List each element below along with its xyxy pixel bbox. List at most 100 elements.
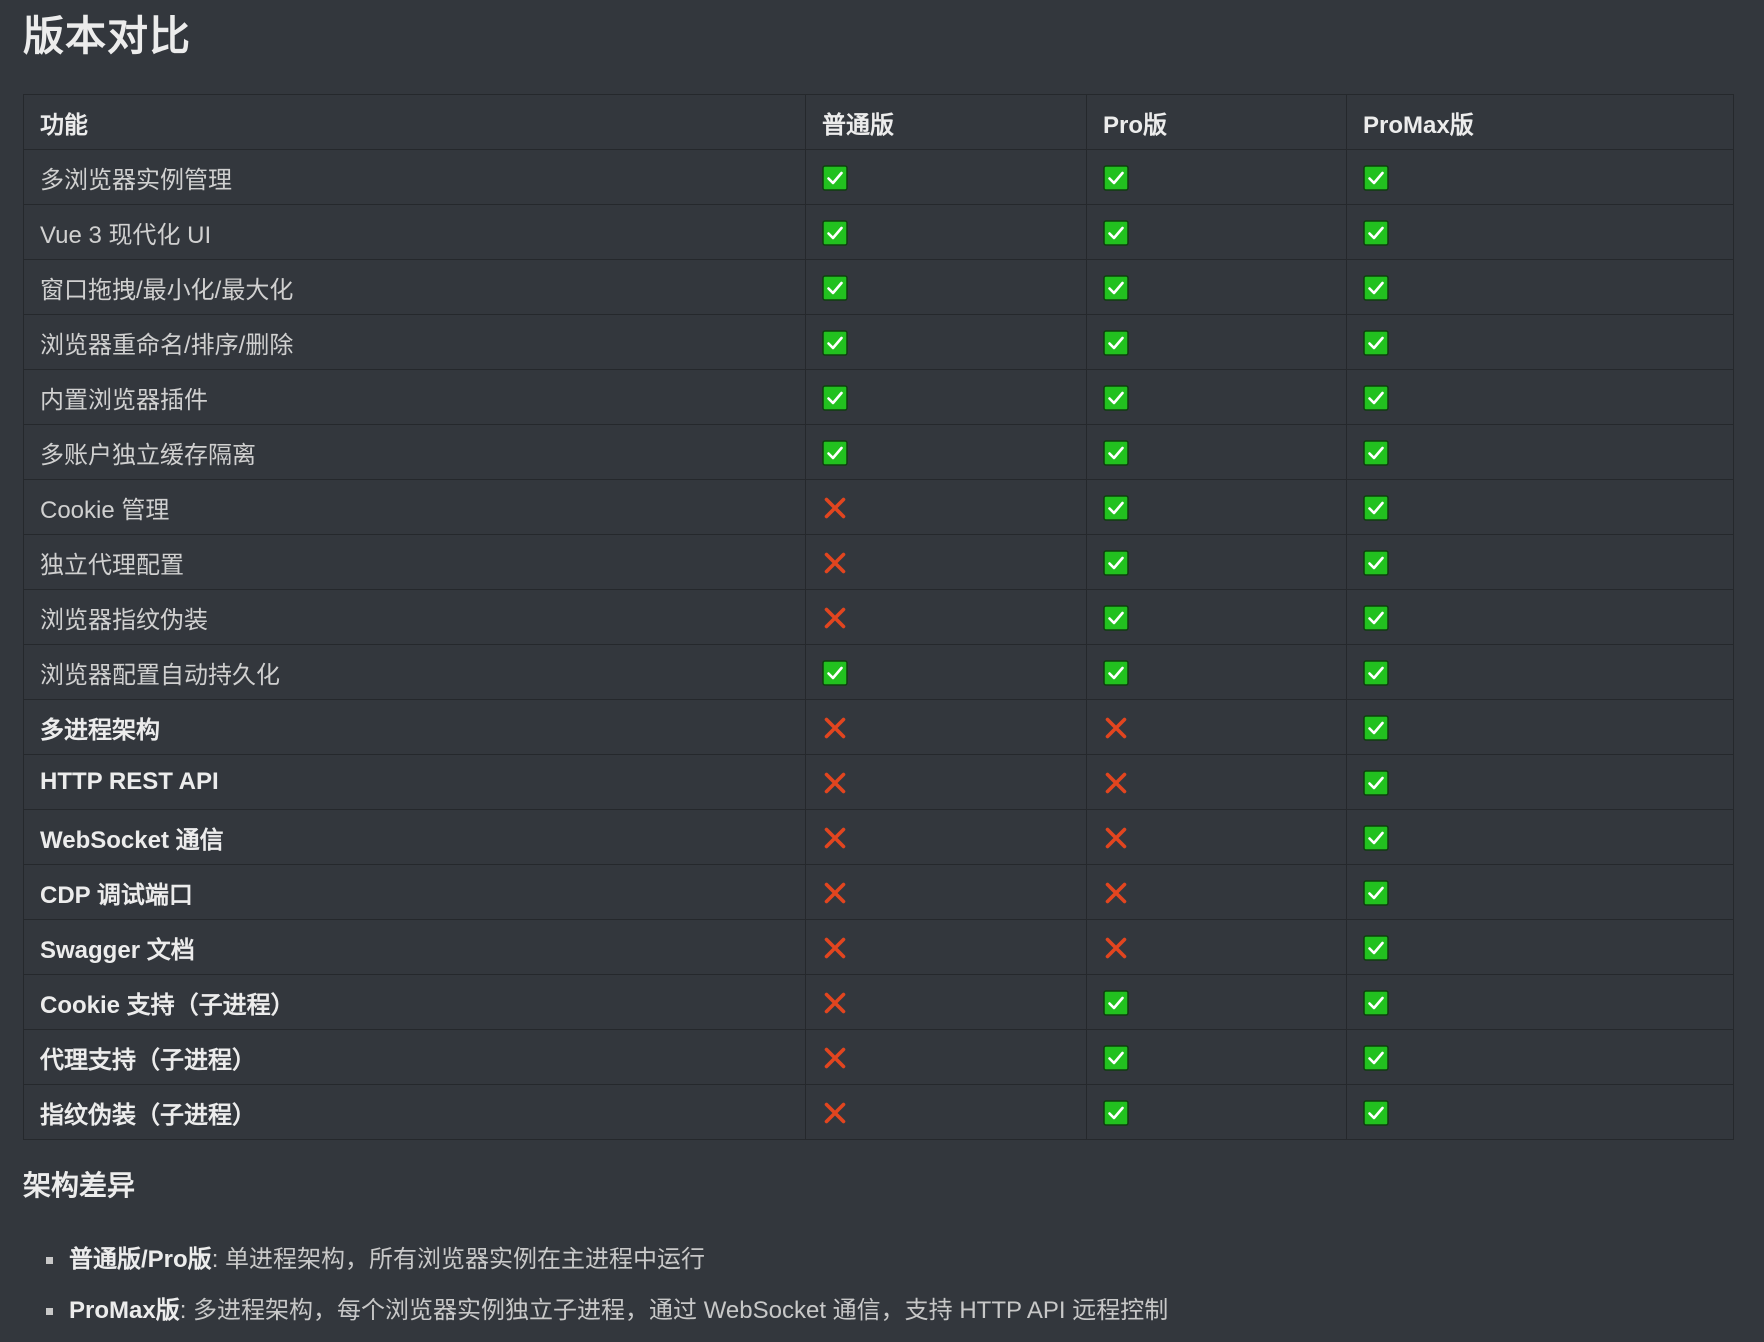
table-row: Cookie 管理 [23, 479, 1734, 535]
cell-basic [805, 1084, 1087, 1140]
check-mark-button-icon [822, 659, 848, 686]
cell-basic [805, 754, 1087, 810]
table-row: Cookie 支持（子进程） [23, 974, 1734, 1030]
cell-promax [1346, 369, 1734, 425]
cross-mark-icon [1103, 825, 1129, 851]
cell-pro [1086, 754, 1347, 810]
check-mark-button-icon [1103, 219, 1129, 246]
check-mark-button-icon [1103, 329, 1129, 356]
check-mark-button-icon [1103, 604, 1129, 631]
feature-name: 内置浏览器插件 [23, 369, 806, 425]
cell-basic [805, 424, 1087, 480]
cell-pro [1086, 149, 1347, 205]
check-mark-button-icon [1103, 439, 1129, 466]
check-mark-button-icon [1103, 549, 1129, 576]
cross-mark-icon [1103, 715, 1129, 741]
feature-name: 窗口拖拽/最小化/最大化 [23, 259, 806, 315]
header-pro: Pro版 [1086, 94, 1347, 150]
table-body: 多浏览器实例管理 Vue 3 现代化 UI 窗口拖拽/最小化/最大化 浏览器重命名/排… [23, 149, 1734, 1140]
feature-name: 浏览器指纹伪装 [23, 589, 806, 645]
check-mark-button-icon [1363, 439, 1389, 466]
table-row: 浏览器重命名/排序/删除 [23, 314, 1734, 370]
cell-pro [1086, 864, 1347, 920]
feature-name: Vue 3 现代化 UI [23, 204, 806, 260]
cell-promax [1346, 864, 1734, 920]
table-row: 浏览器配置自动持久化 [23, 644, 1734, 700]
cell-promax [1346, 809, 1734, 865]
cell-promax [1346, 974, 1734, 1030]
cell-promax [1346, 259, 1734, 315]
feature-name: 多进程架构 [23, 699, 806, 755]
table-row: 多账户独立缓存隔离 [23, 424, 1734, 480]
feature-name: 代理支持（子进程） [23, 1029, 806, 1085]
check-mark-button-icon [1363, 274, 1389, 301]
check-mark-button-icon [822, 274, 848, 301]
check-mark-button-icon [1363, 659, 1389, 686]
cell-basic [805, 259, 1087, 315]
cell-promax [1346, 1084, 1734, 1140]
cell-pro [1086, 204, 1347, 260]
cell-pro [1086, 424, 1347, 480]
cell-promax [1346, 754, 1734, 810]
table-header-row: 功能 普通版 Pro版 ProMax版 [23, 94, 1734, 150]
feature-name: Swagger 文档 [23, 919, 806, 975]
cell-basic [805, 534, 1087, 590]
check-mark-button-icon [1103, 989, 1129, 1016]
cell-pro [1086, 1029, 1347, 1085]
bullet-icon [46, 1257, 53, 1264]
cross-mark-icon [822, 495, 848, 521]
cell-basic [805, 204, 1087, 260]
feature-name: WebSocket 通信 [23, 809, 806, 865]
feature-name: CDP 调试端口 [23, 864, 806, 920]
check-mark-button-icon [1363, 989, 1389, 1016]
table-row: 内置浏览器插件 [23, 369, 1734, 425]
feature-name: 指纹伪装（子进程） [23, 1084, 806, 1140]
list-item-text: : 单进程架构，所有浏览器实例在主进程中运行 [211, 1246, 706, 1273]
cell-pro [1086, 369, 1347, 425]
cell-pro [1086, 314, 1347, 370]
check-mark-button-icon [1363, 934, 1389, 961]
check-mark-button-icon [1363, 164, 1389, 191]
cell-pro [1086, 699, 1347, 755]
check-mark-button-icon [1103, 1044, 1129, 1071]
table-row: Swagger 文档 [23, 919, 1734, 975]
architecture-heading: 架构差异 [23, 1170, 136, 1201]
check-mark-button-icon [822, 164, 848, 191]
cell-promax [1346, 1029, 1734, 1085]
cross-mark-icon [822, 825, 848, 851]
check-mark-button-icon [822, 439, 848, 466]
cell-basic [805, 809, 1087, 865]
cross-mark-icon [822, 880, 848, 906]
cell-basic [805, 974, 1087, 1030]
check-mark-button-icon [1363, 824, 1389, 851]
cell-promax [1346, 534, 1734, 590]
cross-mark-icon [822, 1045, 848, 1071]
check-mark-button-icon [1103, 274, 1129, 301]
cell-promax [1346, 479, 1734, 535]
check-mark-button-icon [1363, 1044, 1389, 1071]
table-row: 指纹伪装（子进程） [23, 1084, 1734, 1140]
table-row: 窗口拖拽/最小化/最大化 [23, 259, 1734, 315]
list-item: ProMax版: 多进程架构，每个浏览器实例独立子进程，通过 WebSocket… [23, 1291, 1723, 1342]
header-basic: 普通版 [805, 94, 1087, 150]
check-mark-button-icon [1363, 769, 1389, 796]
check-mark-button-icon [1103, 659, 1129, 686]
check-mark-button-icon [1363, 604, 1389, 631]
cross-mark-icon [1103, 935, 1129, 961]
check-mark-button-icon [1363, 714, 1389, 741]
cross-mark-icon [1103, 880, 1129, 906]
header-feature: 功能 [23, 94, 806, 150]
cross-mark-icon [822, 605, 848, 631]
check-mark-button-icon [1363, 549, 1389, 576]
cell-promax [1346, 699, 1734, 755]
check-mark-button-icon [1103, 384, 1129, 411]
cell-basic [805, 479, 1087, 535]
cell-promax [1346, 314, 1734, 370]
cell-promax [1346, 644, 1734, 700]
cell-pro [1086, 919, 1347, 975]
check-mark-button-icon [1363, 384, 1389, 411]
feature-name: Cookie 支持（子进程） [23, 974, 806, 1030]
list-item-label: ProMax版 [69, 1297, 180, 1324]
cross-mark-icon [822, 1100, 848, 1126]
list-item-label: 普通版/Pro版 [69, 1246, 212, 1273]
